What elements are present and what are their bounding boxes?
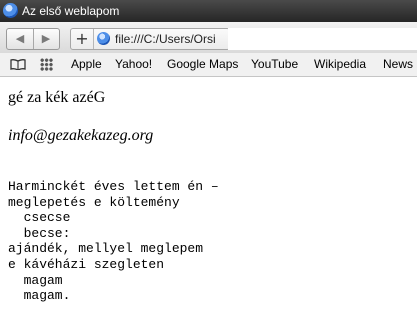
- add-bookmark-button[interactable]: +: [71, 29, 94, 49]
- browser-toolbar: ◀ ▶ + file:///C:/Users/Orsi: [0, 22, 417, 53]
- url-text[interactable]: file:///C:/Users/Orsi: [115, 29, 216, 49]
- navigation-buttons: ◀ ▶: [6, 28, 60, 50]
- top-sites-grid-icon[interactable]: [40, 58, 53, 71]
- bookmark-google-maps[interactable]: Google Maps: [167, 53, 238, 76]
- email-address: info@gezakekazeg.org: [8, 127, 154, 144]
- address-bar-extension[interactable]: [228, 28, 417, 50]
- bookmark-yahoo[interactable]: Yahoo!: [115, 53, 152, 76]
- bookmark-youtube[interactable]: YouTube: [251, 53, 298, 76]
- page-content: gé za kék azéG info@gezakekazeg.org Harm…: [0, 77, 417, 326]
- bookmark-apple[interactable]: Apple: [71, 53, 102, 76]
- bookmark-wikipedia[interactable]: Wikipedia: [314, 53, 366, 76]
- title-bar: Az első weblapom: [0, 0, 417, 22]
- poem-text: Harminckét éves lettem én – meglepetés e…: [8, 179, 219, 304]
- forward-button[interactable]: ▶: [33, 29, 59, 49]
- bookmark-news[interactable]: News (8: [383, 53, 417, 76]
- browser-app-icon: [3, 3, 18, 18]
- page-heading: gé za kék azéG: [8, 89, 106, 106]
- globe-icon: [97, 32, 110, 45]
- window-title: Az első weblapom: [22, 4, 120, 18]
- back-button[interactable]: ◀: [7, 29, 34, 49]
- address-bar[interactable]: + file:///C:/Users/Orsi: [70, 28, 230, 50]
- reading-list-icon[interactable]: [10, 59, 26, 70]
- bookmarks-bar: Apple Yahoo! Google Maps YouTube Wikiped…: [0, 53, 417, 77]
